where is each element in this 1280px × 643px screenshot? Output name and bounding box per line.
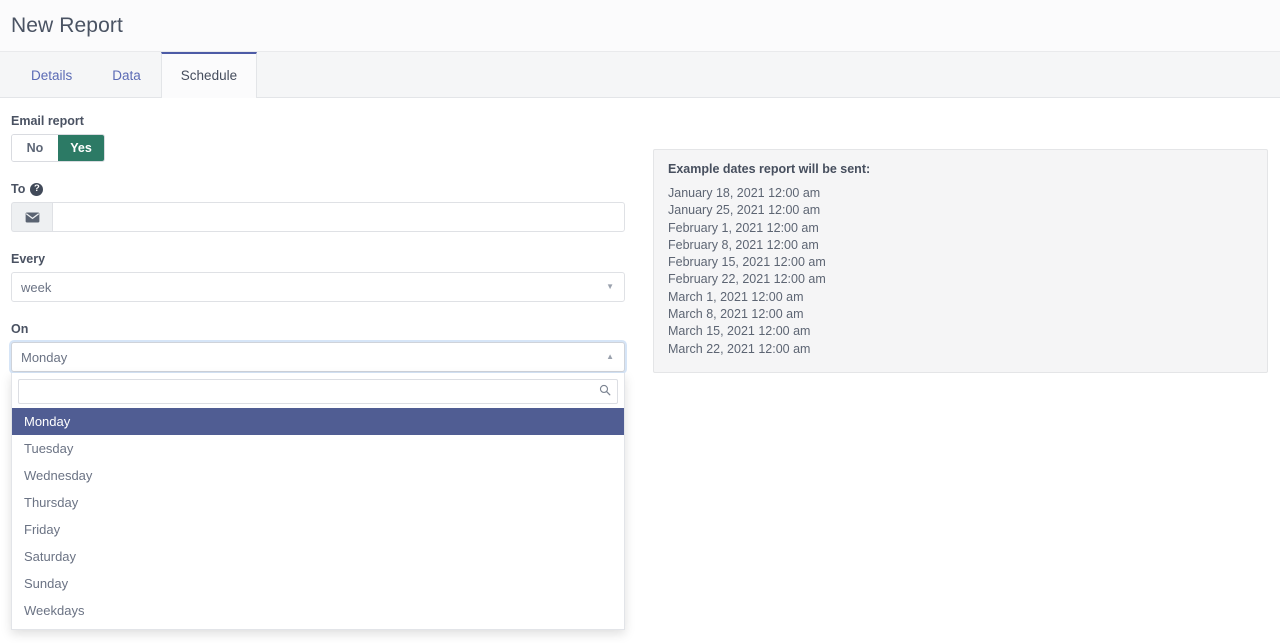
on-label: On <box>11 322 625 336</box>
dropdown-search-box[interactable] <box>18 379 618 404</box>
to-label-text: To <box>11 182 26 196</box>
example-date-item: February 15, 2021 12:00 am <box>668 255 826 270</box>
example-date-item: March 15, 2021 12:00 am <box>668 324 811 339</box>
every-label-text: Every <box>11 252 46 266</box>
chevron-down-icon: ▼ <box>606 282 614 291</box>
email-report-label: Email report <box>11 114 625 128</box>
dropdown-option-tuesday[interactable]: Tuesday <box>12 435 624 462</box>
help-icon[interactable]: ? <box>30 182 44 196</box>
dropdown-option-saturday[interactable]: Saturday <box>12 543 624 570</box>
schedule-form: Email report No Yes To ? Every week ▼ On… <box>11 114 625 630</box>
example-column: Example dates report will be sent: Janua… <box>653 114 1268 373</box>
content-area: Email report No Yes To ? Every week ▼ On… <box>0 98 1280 630</box>
on-select-wrapper: Monday ▲ Monday Tuesday Wednesday Thursd… <box>11 342 625 630</box>
tab-schedule[interactable]: Schedule <box>160 52 258 98</box>
example-date-item: February 8, 2021 12:00 am <box>668 237 819 252</box>
on-dropdown-panel: Monday Tuesday Wednesday Thursday Friday… <box>11 373 625 630</box>
example-date-item: February 22, 2021 12:00 am <box>668 272 826 287</box>
tab-bar: Details Data Schedule <box>0 52 1280 98</box>
example-date-item: January 18, 2021 12:00 am <box>668 186 821 200</box>
email-report-label-text: Email report <box>11 114 84 128</box>
chevron-up-icon: ▲ <box>606 352 614 361</box>
dropdown-search-row <box>12 373 624 408</box>
page-title: New Report <box>11 13 123 37</box>
example-date-item: March 1, 2021 12:00 am <box>668 289 804 304</box>
email-report-toggle[interactable]: No Yes <box>11 134 105 162</box>
on-label-text: On <box>11 322 29 336</box>
dropdown-option-friday[interactable]: Friday <box>12 516 624 543</box>
dropdown-option-weekdays[interactable]: Weekdays <box>12 597 624 624</box>
every-select-value: week <box>21 279 52 295</box>
tab-details[interactable]: Details <box>11 53 92 97</box>
on-select-value: Monday <box>21 349 68 365</box>
to-input-group <box>11 202 625 232</box>
example-dates-panel: Example dates report will be sent: Janua… <box>653 149 1268 373</box>
example-date-item: March 8, 2021 12:00 am <box>668 307 804 322</box>
every-select[interactable]: week ▼ <box>11 272 625 302</box>
dropdown-option-list: Monday Tuesday Wednesday Thursday Friday… <box>12 408 624 629</box>
email-report-yes-button[interactable]: Yes <box>58 135 104 161</box>
to-email-input[interactable] <box>52 202 625 232</box>
dropdown-search-input[interactable] <box>19 380 617 403</box>
envelope-icon <box>11 202 52 232</box>
page-header: New Report <box>0 0 1280 52</box>
example-date-item: March 22, 2021 12:00 am <box>668 341 811 356</box>
example-date-item: February 1, 2021 12:00 am <box>668 220 819 235</box>
every-label: Every <box>11 252 625 266</box>
example-dates-title: Example dates report will be sent: <box>668 162 871 176</box>
on-select[interactable]: Monday ▲ <box>11 342 625 372</box>
tab-data[interactable]: Data <box>92 53 161 97</box>
dropdown-option-thursday[interactable]: Thursday <box>12 489 624 516</box>
email-report-no-button[interactable]: No <box>12 135 58 161</box>
dropdown-option-monday[interactable]: Monday <box>12 408 624 435</box>
example-date-item: January 25, 2021 12:00 am <box>668 203 821 218</box>
to-label: To ? <box>11 182 625 196</box>
dropdown-option-wednesday[interactable]: Wednesday <box>12 462 624 489</box>
dropdown-option-sunday[interactable]: Sunday <box>12 570 624 597</box>
